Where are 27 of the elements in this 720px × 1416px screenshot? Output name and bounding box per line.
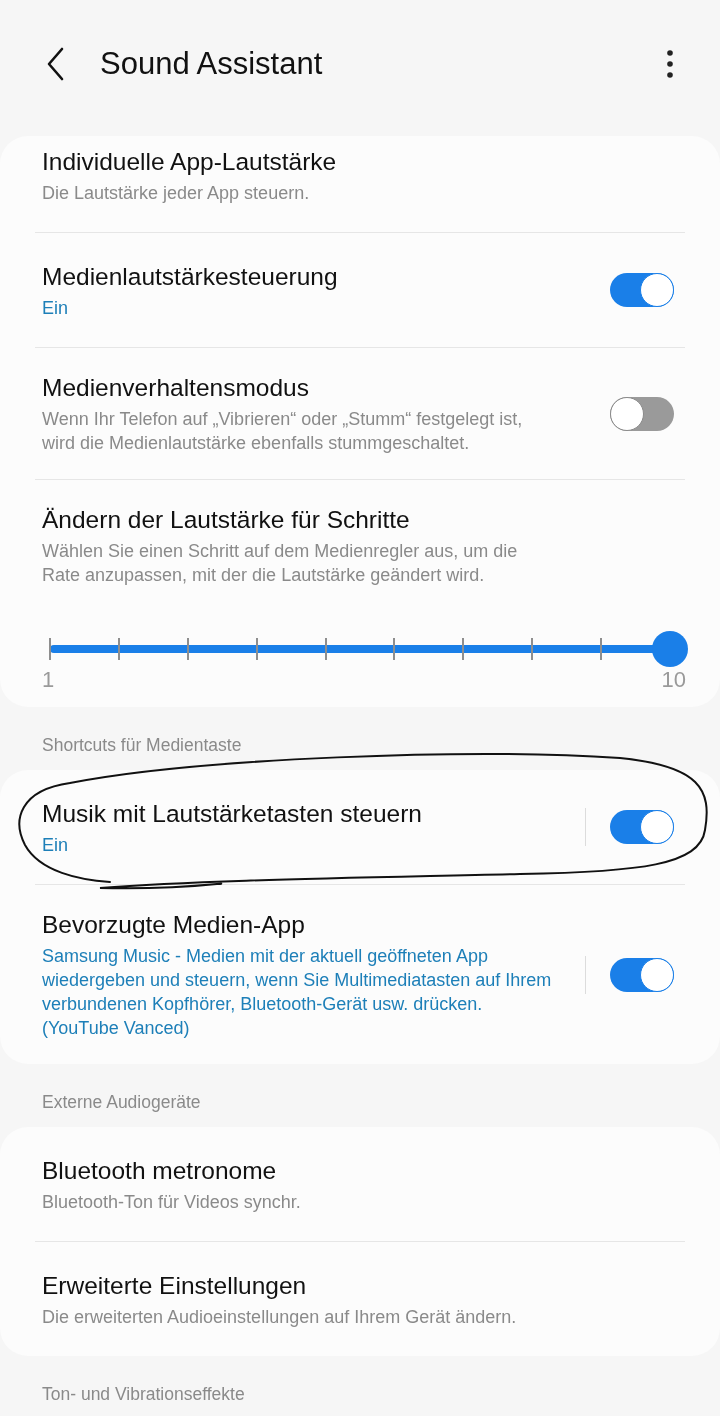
setting-title[interactable]: Erweiterte Einstellungen <box>42 1269 654 1302</box>
toggle-switch[interactable] <box>610 273 674 307</box>
setting-summary: Ein <box>42 296 69 320</box>
setting-summary: Samsung Music - Medien mit der aktuell geöffneten App wiedergeben und steuern, wenn Sie Multimediatasten auf Ihrem verbundenen Kopfhörer, Bluetooth-Gerät usw. drücken. (YouTube Vanced) <box>42 945 553 1040</box>
setting-title[interactable]: Individuelle App-Lautstärke <box>42 145 654 178</box>
setting-summary: Die erweiterten Audioeinstellungen auf Ihrem Gerät ändern. <box>42 1305 518 1329</box>
setting-title[interactable]: Medienlautstärkesteuerung <box>42 260 590 293</box>
setting-title[interactable]: Medienverhaltensmodus <box>42 372 590 404</box>
setting-summary: Wenn Ihr Telefon auf „Vibrieren“ oder „Stumm“ festgelegt ist, wird die Medienlautstärke ebenfalls stummgeschaltet. <box>42 408 524 455</box>
setting-summary: Bluetooth-Ton für Videos synchr. <box>42 1190 302 1214</box>
setting-summary: Ein <box>42 833 69 857</box>
max-label: 10 <box>661 667 686 693</box>
section-header: Externe Audiogeräte <box>41 1091 202 1114</box>
toggle-switch[interactable] <box>610 810 674 844</box>
setting-summary: Wählen Sie einen Schritt auf dem Medienregler aus, um die Rate anzupassen, mit der die Lautstärke geändert wird. <box>42 540 519 587</box>
toggle-switch[interactable] <box>610 396 674 431</box>
setting-title[interactable]: Bluetooth metronome <box>42 1154 654 1187</box>
section-header: Shortcuts für Medientaste <box>41 734 243 757</box>
min-label: 1 <box>42 667 55 693</box>
screen-title: Sound Assistant <box>100 46 324 82</box>
more-options-icon[interactable] <box>666 49 674 79</box>
setting-title[interactable]: Musik mit Lautstärketasten steuern <box>42 797 565 830</box>
setting-summary: Die Lautstärke jeder App steuern. <box>42 181 311 205</box>
setting-title[interactable]: Ändern der Lautstärke für Schritte <box>42 504 654 536</box>
toggle-switch[interactable] <box>610 957 674 992</box>
section-header: Ton- und Vibrationseffekte <box>41 1383 246 1406</box>
setting-title[interactable]: Bevorzugte Medien-App <box>42 909 565 941</box>
